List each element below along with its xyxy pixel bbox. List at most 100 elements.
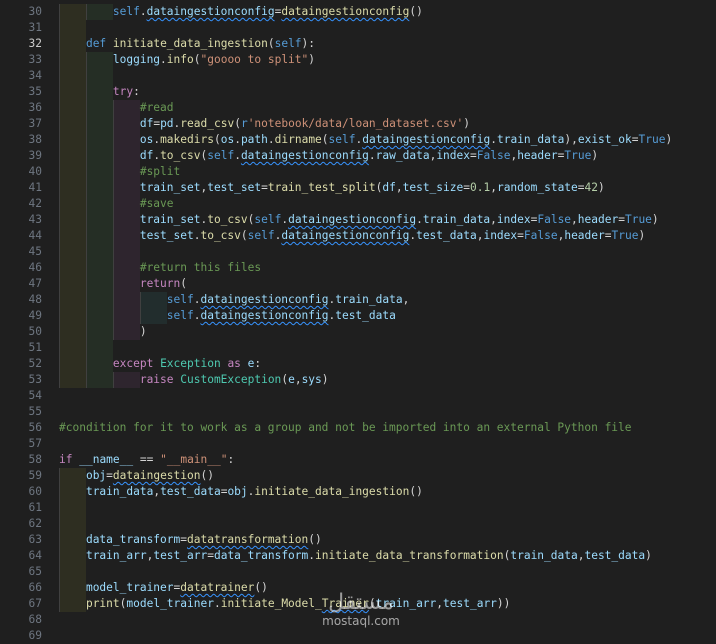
code-text[interactable]: self.dataingestionconfig.train_data, (59, 292, 410, 308)
line-number[interactable]: 49 (0, 308, 42, 324)
code-line[interactable]: 45 (0, 244, 716, 260)
line-number[interactable]: 47 (0, 276, 42, 292)
line-number[interactable]: 56 (0, 420, 42, 436)
line-number[interactable]: 44 (0, 228, 42, 244)
code-line[interactable]: 54 (0, 388, 716, 404)
code-text[interactable]: ) (59, 324, 147, 340)
code-line[interactable]: 63 data_transform=datatransformation() (0, 532, 716, 548)
code-line[interactable]: 59 obj=dataingestion() (0, 468, 716, 484)
line-number[interactable]: 54 (0, 388, 42, 404)
line-number[interactable]: 36 (0, 100, 42, 116)
code-line[interactable]: 46 #return this files (0, 260, 716, 276)
code-text[interactable]: df.to_csv(self.dataingestionconfig.raw_d… (59, 148, 598, 164)
code-line[interactable]: 37 df=pd.read_csv(r'notebook/data/loan_d… (0, 116, 716, 132)
line-number[interactable]: 42 (0, 196, 42, 212)
line-number[interactable]: 52 (0, 356, 42, 372)
line-number[interactable]: 65 (0, 564, 42, 580)
code-line[interactable]: 32 def initiate_data_ingestion(self): (0, 36, 716, 52)
line-number[interactable]: 40 (0, 164, 42, 180)
code-text[interactable]: test_set.to_csv(self.dataingestionconfig… (59, 228, 645, 244)
code-text[interactable]: print(model_trainer.initiate_Model_Train… (59, 596, 510, 612)
code-text[interactable]: train_set,test_set=train_test_split(df,t… (59, 180, 605, 196)
line-number[interactable]: 39 (0, 148, 42, 164)
line-number[interactable]: 48 (0, 292, 42, 308)
code-line[interactable]: 60 train_data,test_data=obj.initiate_dat… (0, 484, 716, 500)
code-text[interactable]: except Exception as e: (59, 356, 261, 372)
code-line[interactable]: 48 self.dataingestionconfig.train_data, (0, 292, 716, 308)
line-number[interactable]: 31 (0, 20, 42, 36)
code-text[interactable]: train_arr,test_arr=data_transform.initia… (59, 548, 652, 564)
code-line[interactable]: 64 train_arr,test_arr=data_transform.ini… (0, 548, 716, 564)
code-line[interactable]: 41 train_set,test_set=train_test_split(d… (0, 180, 716, 196)
code-line[interactable]: 43 train_set.to_csv(self.dataingestionco… (0, 212, 716, 228)
code-line[interactable]: 53 raise CustomException(e,sys) (0, 372, 716, 388)
line-number[interactable]: 64 (0, 548, 42, 564)
line-number[interactable]: 45 (0, 244, 42, 260)
code-line[interactable]: 33 logging.info("goooo to split") (0, 52, 716, 68)
code-line[interactable]: 35 try: (0, 84, 716, 100)
code-line[interactable]: 56 #condition for it to work as a group a… (0, 420, 716, 436)
line-number[interactable]: 62 (0, 516, 42, 532)
code-line[interactable]: 38 os.makedirs(os.path.dirname(self.data… (0, 132, 716, 148)
line-number[interactable]: 33 (0, 52, 42, 68)
code-text[interactable]: return( (59, 276, 187, 292)
line-number[interactable]: 46 (0, 260, 42, 276)
code-text[interactable]: if __name__ == "__main__": (59, 452, 234, 468)
line-number[interactable]: 37 (0, 116, 42, 132)
code-text[interactable]: df=pd.read_csv(r'notebook/data/loan_data… (59, 116, 470, 132)
line-number[interactable]: 43 (0, 212, 42, 228)
line-number[interactable]: 38 (0, 132, 42, 148)
code-text[interactable]: #condition for it to work as a group and… (59, 420, 632, 436)
line-number[interactable]: 34 (0, 68, 42, 84)
code-text[interactable]: model_trainer=datatrainer() (59, 580, 268, 596)
code-line[interactable]: 31 (0, 20, 716, 36)
code-text[interactable]: try: (59, 84, 140, 100)
code-text[interactable]: train_data,test_data=obj.initiate_data_i… (59, 484, 423, 500)
code-text[interactable]: os.makedirs(os.path.dirname(self.dataing… (59, 132, 672, 148)
line-number[interactable]: 30 (0, 4, 42, 20)
line-number[interactable]: 58 (0, 452, 42, 468)
code-text[interactable]: raise CustomException(e,sys) (59, 372, 329, 388)
line-number[interactable]: 63 (0, 532, 42, 548)
line-number[interactable]: 35 (0, 84, 42, 100)
code-line[interactable]: 58 if __name__ == "__main__": (0, 452, 716, 468)
code-editor[interactable]: 30 self.dataingestionconfig=dataingestio… (0, 0, 716, 642)
code-line[interactable]: 55 (0, 404, 716, 420)
line-number[interactable]: 50 (0, 324, 42, 340)
line-number[interactable]: 67 (0, 596, 42, 612)
code-text[interactable]: def initiate_data_ingestion(self): (59, 36, 315, 52)
code-text[interactable]: self.dataingestionconfig.test_data (59, 308, 396, 324)
code-line[interactable]: 68 (0, 612, 716, 628)
code-text[interactable]: #split (59, 164, 180, 180)
code-line[interactable]: 39 df.to_csv(self.dataingestionconfig.ra… (0, 148, 716, 164)
code-text[interactable]: logging.info("goooo to split") (59, 52, 315, 68)
line-number[interactable]: 68 (0, 612, 42, 628)
code-text[interactable]: #return this files (59, 260, 261, 276)
code-line[interactable]: 47 return( (0, 276, 716, 292)
line-number[interactable]: 57 (0, 436, 42, 452)
code-text[interactable]: train_set.to_csv(self.dataingestionconfi… (59, 212, 659, 228)
code-line[interactable]: 50 ) (0, 324, 716, 340)
code-line[interactable]: 51 (0, 340, 716, 356)
code-line[interactable]: 36 #read (0, 100, 716, 116)
line-number[interactable]: 53 (0, 372, 42, 388)
line-number[interactable]: 66 (0, 580, 42, 596)
line-number[interactable]: 60 (0, 484, 42, 500)
code-line[interactable]: 42 #save (0, 196, 716, 212)
code-line[interactable]: 66 model_trainer=datatrainer() (0, 580, 716, 596)
line-number[interactable]: 55 (0, 404, 42, 420)
code-text[interactable]: data_transform=datatransformation() (59, 532, 322, 548)
code-line[interactable]: 40 #split (0, 164, 716, 180)
code-line[interactable]: 34 (0, 68, 716, 84)
code-line[interactable]: 67 print(model_trainer.initiate_Model_Tr… (0, 596, 716, 612)
line-number[interactable]: 41 (0, 180, 42, 196)
code-text[interactable]: obj=dataingestion() (59, 468, 214, 484)
code-line[interactable]: 65 (0, 564, 716, 580)
line-number[interactable]: 51 (0, 340, 42, 356)
line-number[interactable]: 59 (0, 468, 42, 484)
code-text[interactable]: self.dataingestionconfig=dataingestionco… (59, 4, 423, 20)
line-number[interactable]: 61 (0, 500, 42, 516)
code-text[interactable]: #read (59, 100, 174, 116)
code-line[interactable]: 30 self.dataingestionconfig=dataingestio… (0, 4, 716, 20)
code-line[interactable]: 52 except Exception as e: (0, 356, 716, 372)
